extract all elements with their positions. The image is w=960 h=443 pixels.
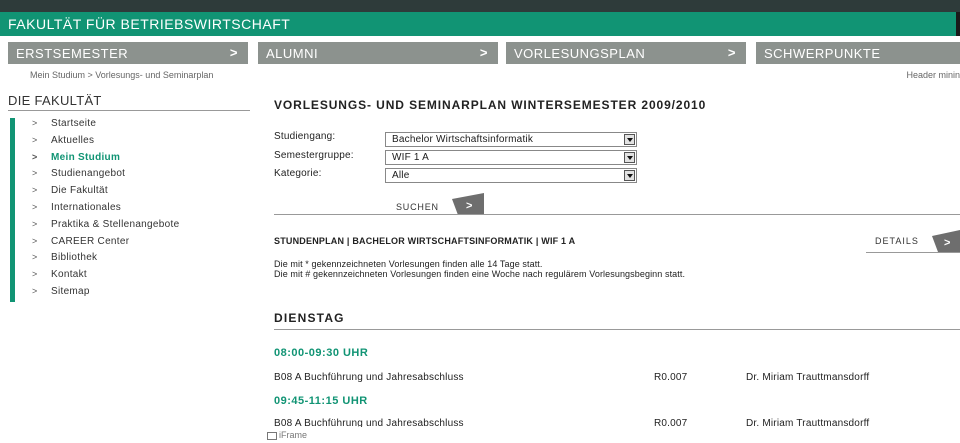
semestergruppe-value: WIF 1 A xyxy=(392,152,429,163)
chevron-right-icon: > xyxy=(479,45,488,60)
details-button[interactable]: DETAILS > xyxy=(866,230,960,254)
nav-tab-label: ERSTSEMESTER xyxy=(16,46,129,61)
bullet-icon: > xyxy=(32,185,38,196)
sidebar-item[interactable]: > Praktika & Stellenangebote xyxy=(32,219,179,236)
nav-tab-label: SCHWERPUNKTE xyxy=(764,46,881,61)
nav-tab-label: VORLESUNGSPLAN xyxy=(514,46,646,61)
sidebar-title: DIE FAKULTÄT xyxy=(8,93,102,108)
nav-tab-alumni[interactable]: ALUMNI > xyxy=(258,42,498,64)
bullet-icon: > xyxy=(32,285,38,296)
bullet-icon: > xyxy=(32,269,38,280)
semestergruppe-label: Semestergruppe: xyxy=(274,150,354,161)
bullet-icon: > xyxy=(32,118,38,128)
search-button[interactable]: SUCHEN > xyxy=(396,193,488,215)
sidebar-item[interactable]: > Die Fakultät xyxy=(32,185,179,202)
bullet-icon: > xyxy=(32,252,38,263)
bullet-icon: > xyxy=(32,235,38,246)
dropdown-arrow-icon[interactable] xyxy=(624,134,635,145)
course-room: R0.007 xyxy=(654,372,688,383)
sidebar-nav: > Startseite > Aktuelles > Mein Studium > Studi… xyxy=(32,118,179,303)
sidebar-item-label: Studienangebot xyxy=(51,168,126,180)
note-delayed-start: Die mit # gekennzeichneten Vorlesungen f… xyxy=(274,269,686,279)
bullet-icon: > xyxy=(32,134,38,145)
form-divider xyxy=(274,214,960,215)
kategorie-value: Alle xyxy=(392,170,410,181)
sidebar-item[interactable]: > Bibliothek xyxy=(32,252,179,269)
dropdown-arrow-icon[interactable] xyxy=(624,170,635,181)
studiengang-select[interactable]: Bachelor Wirtschaftsinformatik xyxy=(385,132,637,147)
header-corner xyxy=(956,12,960,36)
faculty-title: FAKULTÄT FÜR BETRIEBSWIRTSCHAFT xyxy=(8,16,291,32)
sidebar-item-label: Die Fakultät xyxy=(51,185,108,197)
kategorie-label: Kategorie: xyxy=(274,168,322,179)
sidebar-item[interactable]: > Aktuelles xyxy=(32,135,179,152)
note-biweekly: Die mit * gekennzeichneten Vorlesungen f… xyxy=(274,259,543,269)
nav-tab-schwerpunkte[interactable]: SCHWERPUNKTE xyxy=(756,42,960,64)
schedule-heading: STUNDENPLAN | BACHELOR WIRTSCHAFTSINFORM… xyxy=(274,236,576,246)
nav-tab-label: ALUMNI xyxy=(266,46,319,61)
svg-text:>: > xyxy=(466,200,472,212)
iframe-indicator: iFrame xyxy=(267,430,307,440)
chevron-right-icon: > xyxy=(932,230,960,252)
header-hint: Header minin xyxy=(906,70,960,80)
sidebar-item-label: Praktika & Stellenangebote xyxy=(51,218,180,230)
course-name: B08 A Buchführung und Jahresabschluss xyxy=(274,372,464,383)
time-slot-heading: 08:00-09:30 UHR xyxy=(274,347,369,359)
day-heading: DIENSTAG xyxy=(274,311,345,325)
time-slot-heading: 09:45-11:15 UHR xyxy=(274,395,368,407)
nav-tab-erstsemester[interactable]: ERSTSEMESTER > xyxy=(8,42,248,64)
studiengang-label: Studiengang: xyxy=(274,131,336,142)
nav-tab-vorlesungsplan[interactable]: VORLESUNGSPLAN > xyxy=(506,42,746,64)
course-room: R0.007 xyxy=(654,418,688,427)
dropdown-arrow-icon[interactable] xyxy=(624,152,635,163)
studiengang-value: Bachelor Wirtschaftsinformatik xyxy=(392,134,534,145)
sidebar-item[interactable]: > Studienangebot xyxy=(32,168,179,185)
chevron-right-icon: > xyxy=(452,193,484,215)
day-divider xyxy=(274,329,960,330)
details-button-label: DETAILS xyxy=(875,236,919,246)
table-row: B08 A Buchführung und Jahresabschluss R0… xyxy=(274,418,960,427)
search-button-label: SUCHEN xyxy=(396,202,439,212)
sidebar-item-label: Startseite xyxy=(51,118,97,129)
sidebar-accent-bar xyxy=(10,118,15,302)
bullet-icon: > xyxy=(32,218,38,229)
kategorie-select[interactable]: Alle xyxy=(385,168,637,183)
chevron-right-icon: > xyxy=(229,45,238,60)
sidebar-item[interactable]: > Kontakt xyxy=(32,269,179,286)
sidebar-item-label: Aktuelles xyxy=(51,134,95,146)
page-title: VORLESUNGS- UND SEMINARPLAN WINTERSEMEST… xyxy=(274,98,707,112)
details-underline xyxy=(866,252,960,253)
sidebar-item-label: CAREER Center xyxy=(51,235,130,247)
breadcrumb[interactable]: Mein Studium > Vorlesungs- und Seminarpl… xyxy=(30,70,213,80)
iframe-icon xyxy=(267,431,277,440)
sidebar-divider xyxy=(8,110,250,111)
sidebar-item-label: Mein Studium xyxy=(51,151,121,163)
course-name: B08 A Buchführung und Jahresabschluss xyxy=(274,418,464,427)
sidebar-item-label: Kontakt xyxy=(51,269,88,281)
faculty-header-bar: FAKULTÄT FÜR BETRIEBSWIRTSCHAFT xyxy=(0,12,960,36)
sidebar-item[interactable]: > Mein Studium xyxy=(32,152,179,169)
chevron-right-icon: > xyxy=(727,45,736,60)
top-image-strip xyxy=(0,0,960,12)
sidebar-item-label: Bibliothek xyxy=(51,252,98,264)
sidebar-item[interactable]: > Startseite xyxy=(32,118,179,135)
semestergruppe-select[interactable]: WIF 1 A xyxy=(385,150,637,165)
sidebar-item-label: Sitemap xyxy=(51,285,90,297)
bullet-icon: > xyxy=(32,201,38,212)
svg-text:>: > xyxy=(944,237,950,249)
bullet-icon: > xyxy=(32,151,38,162)
main-navigation: ERSTSEMESTER > ALUMNI > VORLESUNGSPLAN >… xyxy=(0,42,960,64)
sidebar-item[interactable]: > Internationales xyxy=(32,202,179,219)
course-lecturer: Dr. Miriam Trauttmansdorff xyxy=(746,418,870,427)
sidebar-item[interactable]: > CAREER Center xyxy=(32,236,179,253)
sidebar-item[interactable]: > Sitemap xyxy=(32,286,179,303)
sidebar-item-label: Internationales xyxy=(51,201,122,213)
iframe-label: iFrame xyxy=(279,430,308,440)
course-lecturer: Dr. Miriam Trauttmansdorff xyxy=(746,372,870,383)
bullet-icon: > xyxy=(32,168,38,179)
